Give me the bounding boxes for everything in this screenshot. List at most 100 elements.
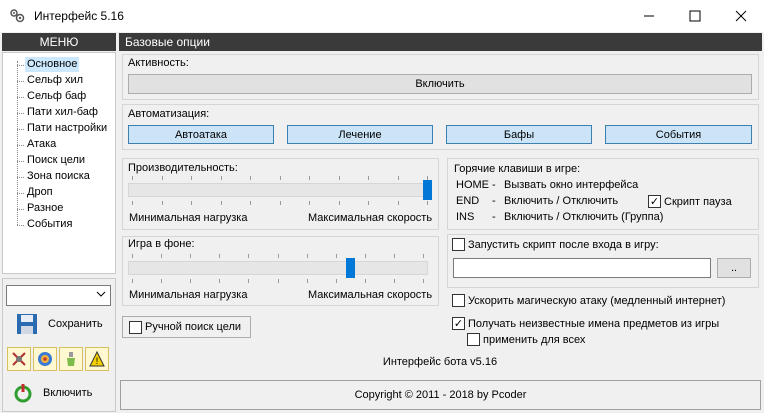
slider-tick xyxy=(190,254,191,258)
svg-text:!: ! xyxy=(96,356,99,366)
hotkey-action: Включить / Отключить xyxy=(504,195,619,207)
enable-button-left[interactable]: Включить xyxy=(13,381,113,405)
menu-item[interactable]: Сельф хил xyxy=(25,73,85,88)
background-thumb[interactable] xyxy=(346,258,355,278)
slider-tick xyxy=(423,279,424,283)
profile-combo[interactable] xyxy=(6,285,111,306)
menu-item[interactable]: Поиск цели xyxy=(25,153,87,168)
slider-tick xyxy=(219,279,220,283)
slider-tick xyxy=(221,201,222,205)
menu-item[interactable]: Сельф баф xyxy=(25,89,88,104)
tree-connector xyxy=(17,225,24,226)
menu-item[interactable]: Основное xyxy=(25,57,80,72)
slider-tick xyxy=(219,254,220,258)
slider-tick xyxy=(307,254,308,258)
slider-tick xyxy=(394,254,395,258)
menu-item[interactable]: События xyxy=(25,217,74,232)
unknown-names-checkbox[interactable]: ✓ xyxy=(452,317,465,330)
manual-search-checkbox[interactable] xyxy=(129,321,142,334)
activity-enable-button[interactable]: Включить xyxy=(128,74,752,94)
menu-item[interactable]: Дроп xyxy=(25,185,55,200)
performance-max-label: Максимальная скорость xyxy=(308,212,433,224)
buffs-button[interactable]: Бафы xyxy=(446,125,592,144)
close-button[interactable] xyxy=(718,0,764,32)
apply-all-checkbox[interactable] xyxy=(467,333,480,346)
hotkey-action: Вызвать окно интерфейса xyxy=(504,179,639,191)
menu-item[interactable]: Разное xyxy=(25,201,65,216)
slider-tick xyxy=(309,176,310,180)
slider-tick xyxy=(278,279,279,283)
window-title: Интерфейс 5.16 xyxy=(34,9,124,23)
slider-tick xyxy=(336,254,337,258)
tree-connector xyxy=(17,61,18,225)
minimize-button[interactable] xyxy=(626,0,672,32)
background-track xyxy=(128,261,428,275)
slider-tick xyxy=(398,201,399,205)
hotkeys-title: Горячие клавиши в игре: xyxy=(454,163,581,175)
slider-tick xyxy=(365,254,366,258)
hotkey-key: HOME xyxy=(456,179,489,191)
minimize-icon xyxy=(644,15,654,17)
version-label: Интерфейс бота v5.16 xyxy=(382,356,498,368)
performance-track xyxy=(128,183,432,197)
autostart-path-input[interactable] xyxy=(453,258,711,278)
slider-tick xyxy=(162,176,163,180)
slider-tick xyxy=(427,176,428,180)
slider-tick xyxy=(161,254,162,258)
slider-tick xyxy=(394,279,395,283)
tree-connector xyxy=(17,177,24,178)
menu-item[interactable]: Зона поиска xyxy=(25,169,92,184)
script-pause-checkbox[interactable]: ✓ xyxy=(648,195,661,208)
manual-search-box[interactable]: Ручной поиск цели xyxy=(122,316,251,338)
slider-tick xyxy=(280,176,281,180)
browse-button[interactable]: .. xyxy=(717,258,751,278)
settings-x-icon[interactable] xyxy=(7,347,31,371)
performance-slider[interactable] xyxy=(128,176,432,208)
warning-icon[interactable]: ! xyxy=(85,347,109,371)
healing-button[interactable]: Лечение xyxy=(287,125,433,144)
background-title: Игра в фоне: xyxy=(128,238,195,250)
menu-item[interactable]: Пати настройки xyxy=(25,121,109,136)
performance-title: Производительность: xyxy=(128,162,238,174)
slider-tick xyxy=(339,201,340,205)
apply-all-label: применить для всех xyxy=(483,334,586,346)
maximize-button[interactable] xyxy=(672,0,718,32)
maximize-icon xyxy=(689,10,701,22)
slider-tick xyxy=(280,201,281,205)
tree-connector xyxy=(17,97,24,98)
events-button[interactable]: События xyxy=(605,125,752,144)
slider-tick xyxy=(427,201,428,205)
menu-item[interactable]: Атака xyxy=(25,137,58,152)
slider-tick xyxy=(162,201,163,205)
hotkey-action: Включить / Отключить (Группа) xyxy=(504,211,664,223)
background-min-label: Минимальная нагрузка xyxy=(129,289,248,301)
hotkey-key: END xyxy=(456,195,480,207)
autostart-label: Запустить скрипт после входа в игру: xyxy=(468,239,659,251)
globe-icon[interactable] xyxy=(33,347,57,371)
slider-tick xyxy=(309,201,310,205)
menu-item[interactable]: Пати хил-баф xyxy=(25,105,100,120)
tree-connector xyxy=(17,145,24,146)
slider-tick xyxy=(250,201,251,205)
auto-attack-button[interactable]: Автоатака xyxy=(128,125,274,144)
speed-magic-checkbox[interactable] xyxy=(452,294,465,307)
menu-tree[interactable]: Основное Сельф хил Сельф баф Пати хил-баф Па… xyxy=(2,52,116,274)
performance-thumb[interactable] xyxy=(423,180,432,200)
slider-tick xyxy=(368,201,369,205)
potion-icon[interactable] xyxy=(59,347,83,371)
autostart-checkbox[interactable] xyxy=(452,238,465,251)
unknown-names-label: Получать неизвестные имена предметов из … xyxy=(468,318,720,330)
automation-title: Автоматизация: xyxy=(128,108,210,120)
slider-tick xyxy=(132,176,133,180)
floppy-disk-icon xyxy=(17,314,37,334)
background-slider[interactable] xyxy=(128,254,432,286)
activity-title: Активность: xyxy=(128,57,189,69)
tree-connector xyxy=(17,193,24,194)
slider-tick xyxy=(132,279,133,283)
slider-tick xyxy=(132,201,133,205)
main-header: Базовые опции xyxy=(119,33,762,51)
background-max-label: Максимальная скорость xyxy=(308,289,433,301)
save-label: Сохранить xyxy=(48,318,103,330)
save-button[interactable]: Сохранить xyxy=(16,312,112,336)
slider-tick xyxy=(248,254,249,258)
